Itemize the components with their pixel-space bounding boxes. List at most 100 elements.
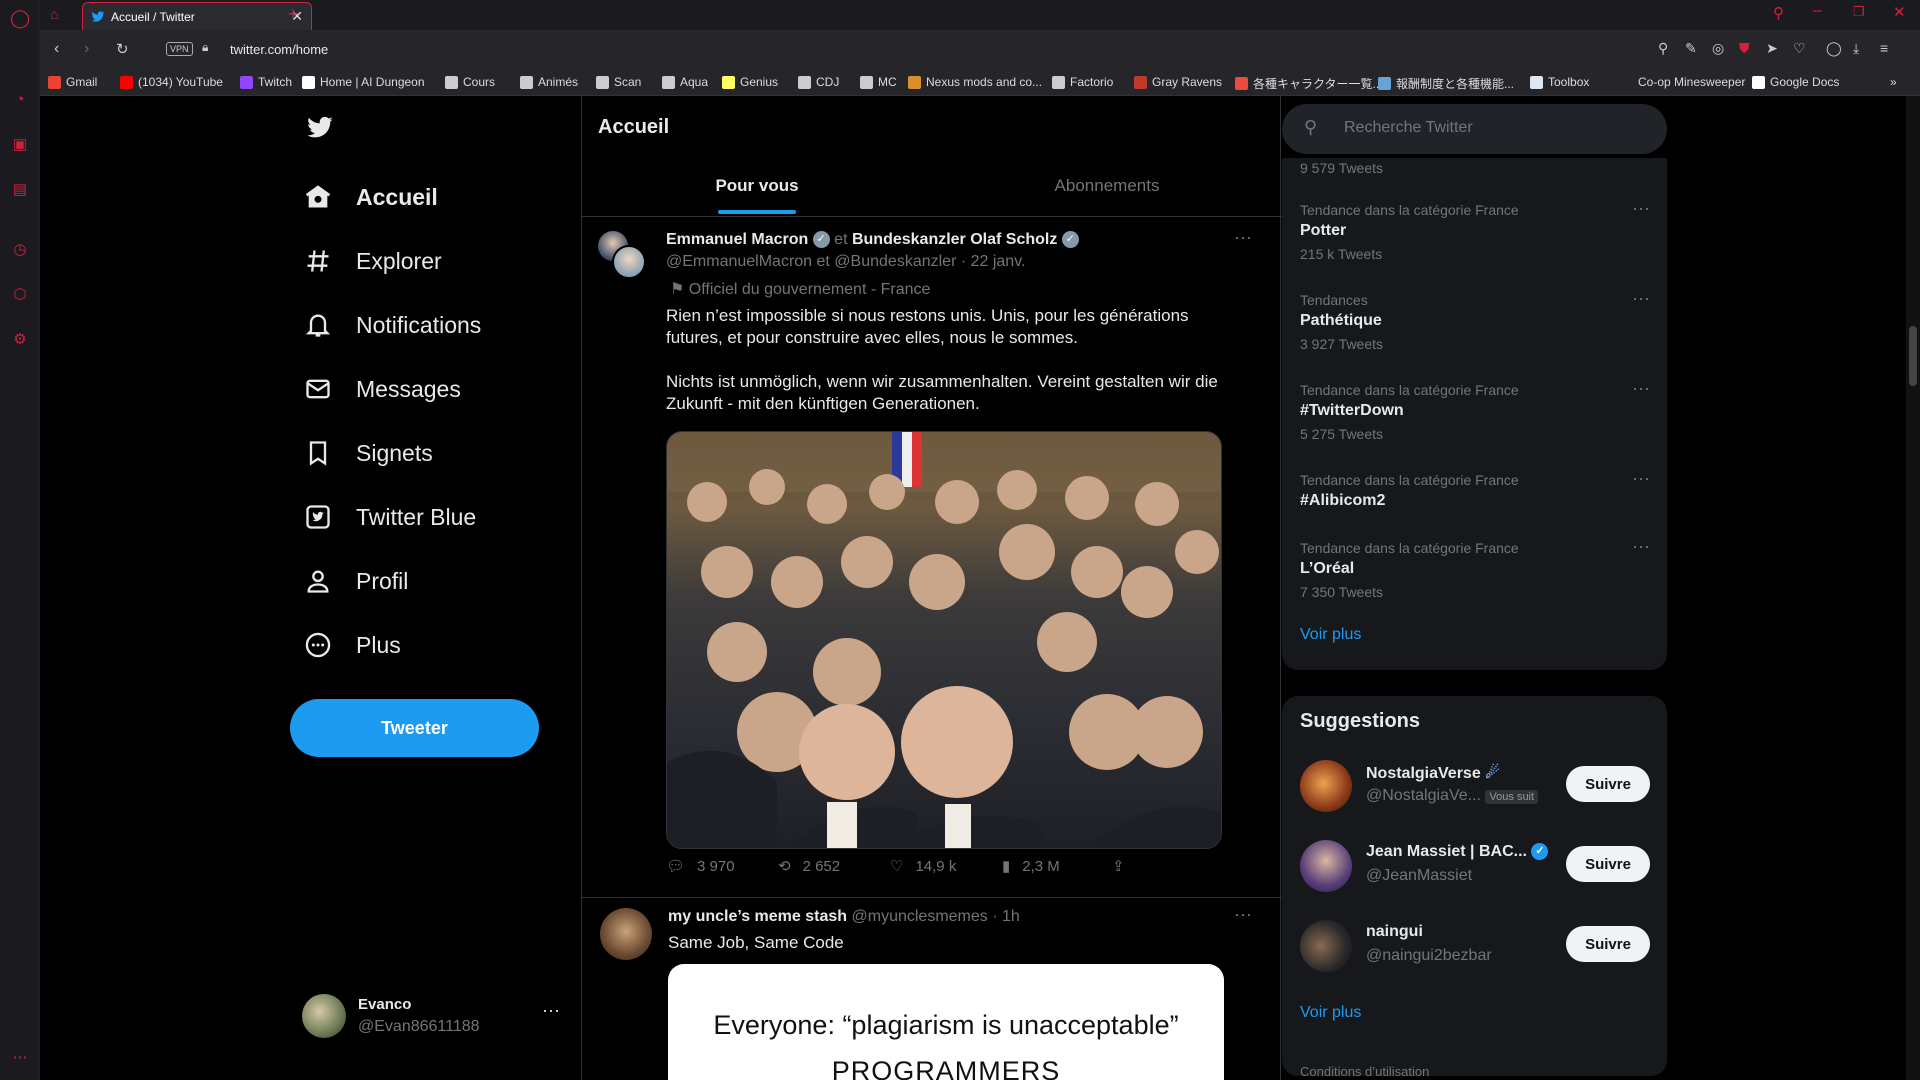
- trend-item[interactable]: Tendance dans la catégorie France L’Oréa…: [1300, 536, 1650, 600]
- nav-notifications[interactable]: Notifications: [304, 300, 481, 350]
- bookmark-item[interactable]: Home | AI Dungeon: [302, 75, 425, 89]
- account-more-icon[interactable]: ···: [542, 1000, 560, 1021]
- trend-more-icon[interactable]: ···: [1632, 468, 1650, 489]
- suggestion-item[interactable]: naingui @naingui2bezbar Suivre: [1300, 920, 1650, 980]
- nav-twitter-blue[interactable]: Twitter Blue: [304, 492, 476, 542]
- bookmarks-overflow-icon[interactable]: »: [1890, 75, 1897, 89]
- author-avatar[interactable]: [600, 908, 652, 960]
- minimize-icon[interactable]: –: [1813, 2, 1822, 20]
- author-name[interactable]: Bundeskanzler Olaf Scholz: [852, 231, 1057, 248]
- bookmark-item[interactable]: Aqua: [662, 75, 708, 89]
- download-icon[interactable]: ⤓: [1853, 40, 1859, 57]
- vpn-badge[interactable]: VPN: [166, 42, 193, 56]
- bookmark-item[interactable]: (1034) YouTube: [120, 75, 223, 89]
- views-button[interactable]: ▮ 2,3 M: [1002, 857, 1060, 876]
- trend-more-icon[interactable]: ···: [1632, 288, 1650, 309]
- nav-profile[interactable]: Profil: [304, 556, 408, 606]
- nav-bookmarks[interactable]: Signets: [304, 428, 433, 478]
- tweet[interactable]: Emmanuel Macron ✓ et Bundeskanzler Olaf …: [582, 217, 1282, 897]
- follow-button[interactable]: Suivre: [1566, 846, 1650, 882]
- suggestion-item[interactable]: NostalgiaVerse ☄ @NostalgiaVe... Vous su…: [1300, 760, 1650, 820]
- extensions-icon[interactable]: ⬡: [10, 285, 30, 305]
- trend-item[interactable]: Tendance dans la catégorie France #Alibi…: [1300, 468, 1650, 510]
- trend-more-icon[interactable]: ···: [1632, 198, 1650, 219]
- url-field[interactable]: twitter.com/home: [230, 42, 328, 57]
- follow-button[interactable]: Suivre: [1566, 766, 1650, 802]
- bookmark-item[interactable]: Animés: [520, 75, 578, 89]
- menu-icon[interactable]: ≡: [1880, 40, 1888, 56]
- tweet-photo[interactable]: Everyone: “plagiarism is unacceptable” P…: [668, 964, 1224, 1080]
- bookmark-item[interactable]: 報酬制度と各種機能...: [1378, 75, 1514, 92]
- bookmark-item[interactable]: MC: [860, 75, 897, 89]
- forward-icon[interactable]: ›: [84, 40, 89, 58]
- nav-messages[interactable]: Messages: [304, 364, 461, 414]
- workspace-icon[interactable]: ▣: [10, 135, 30, 155]
- bookmark-item[interactable]: Google Docs: [1752, 75, 1839, 89]
- suggestion-item[interactable]: Jean Massiet | BAC... ✓ @JeanMassiet Sui…: [1300, 840, 1650, 900]
- bookmark-item[interactable]: Gray Ravens: [1134, 75, 1222, 89]
- scrollbar[interactable]: [1906, 96, 1920, 1080]
- bookmark-item[interactable]: Cours: [445, 75, 495, 89]
- footer-link[interactable]: Conditions d’utilisation: [1300, 1064, 1429, 1079]
- tweet-handle[interactable]: @myunclesmemes · 1h: [852, 908, 1020, 925]
- tweet-button[interactable]: Tweeter: [290, 699, 539, 757]
- search-tabs-icon[interactable]: ⚲: [1773, 4, 1784, 22]
- suggestion-name[interactable]: Jean Massiet | BAC... ✓: [1366, 843, 1549, 861]
- bookmark-item[interactable]: Genius: [722, 75, 778, 89]
- speed-dial-icon[interactable]: ◔: [10, 90, 30, 110]
- adblock-icon[interactable]: ⛊: [1739, 40, 1750, 57]
- zoom-icon[interactable]: ⚲: [1658, 40, 1668, 57]
- new-tab-icon[interactable]: +: [288, 4, 299, 25]
- close-window-icon[interactable]: ✕: [1893, 3, 1906, 21]
- tab-twitter[interactable]: Accueil / Twitter ✕: [82, 2, 312, 30]
- nav-home[interactable]: Accueil: [304, 172, 438, 222]
- search-box[interactable]: ⚲ Recherche Twitter: [1282, 104, 1667, 154]
- like-button[interactable]: ♡ 14,9 k: [890, 857, 956, 876]
- tab-following[interactable]: Abonnements: [932, 176, 1282, 196]
- tab-for-you[interactable]: Pour vous: [582, 176, 932, 214]
- suggestion-name[interactable]: naingui: [1366, 923, 1423, 941]
- bookmark-item[interactable]: Factorio: [1052, 75, 1113, 89]
- trend-item[interactable]: Tendance dans la catégorie France #Twitt…: [1300, 378, 1650, 442]
- bookmark-item[interactable]: Scan: [596, 75, 641, 89]
- bookmark-item[interactable]: Co-op Minesweeper: [1620, 75, 1745, 89]
- trend-item[interactable]: Tendance dans la catégorie France Potter…: [1300, 198, 1650, 262]
- bookmark-item[interactable]: Toolbox: [1530, 75, 1589, 89]
- twitter-logo-icon[interactable]: [304, 114, 336, 147]
- bookmark-item[interactable]: Twitch: [240, 75, 292, 89]
- tweet-more-icon[interactable]: ···: [1234, 904, 1252, 925]
- settings-icon[interactable]: ⚙: [10, 330, 30, 350]
- gamepad-icon[interactable]: ⌂: [50, 6, 58, 22]
- scrollbar-thumb[interactable]: [1909, 326, 1917, 386]
- back-icon[interactable]: ‹: [54, 40, 59, 58]
- nav-more[interactable]: Plus: [304, 620, 401, 670]
- bookmark-item[interactable]: CDJ: [798, 75, 839, 89]
- follow-button[interactable]: Suivre: [1566, 926, 1650, 962]
- author-name[interactable]: my uncle’s meme stash: [668, 908, 847, 925]
- opera-logo-icon[interactable]: ◯: [10, 8, 30, 28]
- history-icon[interactable]: ◷: [10, 240, 30, 260]
- see-more-link[interactable]: Voir plus: [1300, 1004, 1361, 1022]
- account-switcher[interactable]: Evanco @Evan86611188 ···: [302, 994, 602, 1044]
- tweet-handles[interactable]: @EmmanuelMacron et @Bundeskanzler · 22 j…: [666, 253, 1025, 271]
- more-icon[interactable]: ⋯: [10, 1048, 30, 1068]
- avatar[interactable]: [1300, 840, 1352, 892]
- share-icon[interactable]: ✎: [1685, 40, 1697, 57]
- suggestion-name[interactable]: NostalgiaVerse ☄: [1366, 763, 1500, 783]
- send-icon[interactable]: ➤: [1766, 40, 1778, 57]
- tweet-more-icon[interactable]: ···: [1234, 227, 1252, 248]
- restore-icon[interactable]: ❐: [1853, 4, 1865, 20]
- avatar[interactable]: [1300, 920, 1352, 972]
- author-name[interactable]: Emmanuel Macron: [666, 231, 808, 248]
- retweet-button[interactable]: ⟲ 2 652: [778, 857, 840, 876]
- trend-more-icon[interactable]: ···: [1632, 378, 1650, 399]
- heart-icon[interactable]: ♡: [1793, 40, 1806, 57]
- twitch-icon[interactable]: ▤: [10, 180, 30, 200]
- tweet[interactable]: my uncle’s meme stash @myunclesmemes · 1…: [582, 898, 1282, 1080]
- account-icon[interactable]: ◯: [1826, 40, 1842, 57]
- trend-more-icon[interactable]: ···: [1632, 536, 1650, 557]
- see-more-link[interactable]: Voir plus: [1300, 626, 1361, 644]
- reload-icon[interactable]: ↻: [116, 40, 129, 58]
- bookmark-item[interactable]: 各種キャラクター一覧...: [1235, 75, 1383, 92]
- author-avatar[interactable]: [612, 245, 646, 279]
